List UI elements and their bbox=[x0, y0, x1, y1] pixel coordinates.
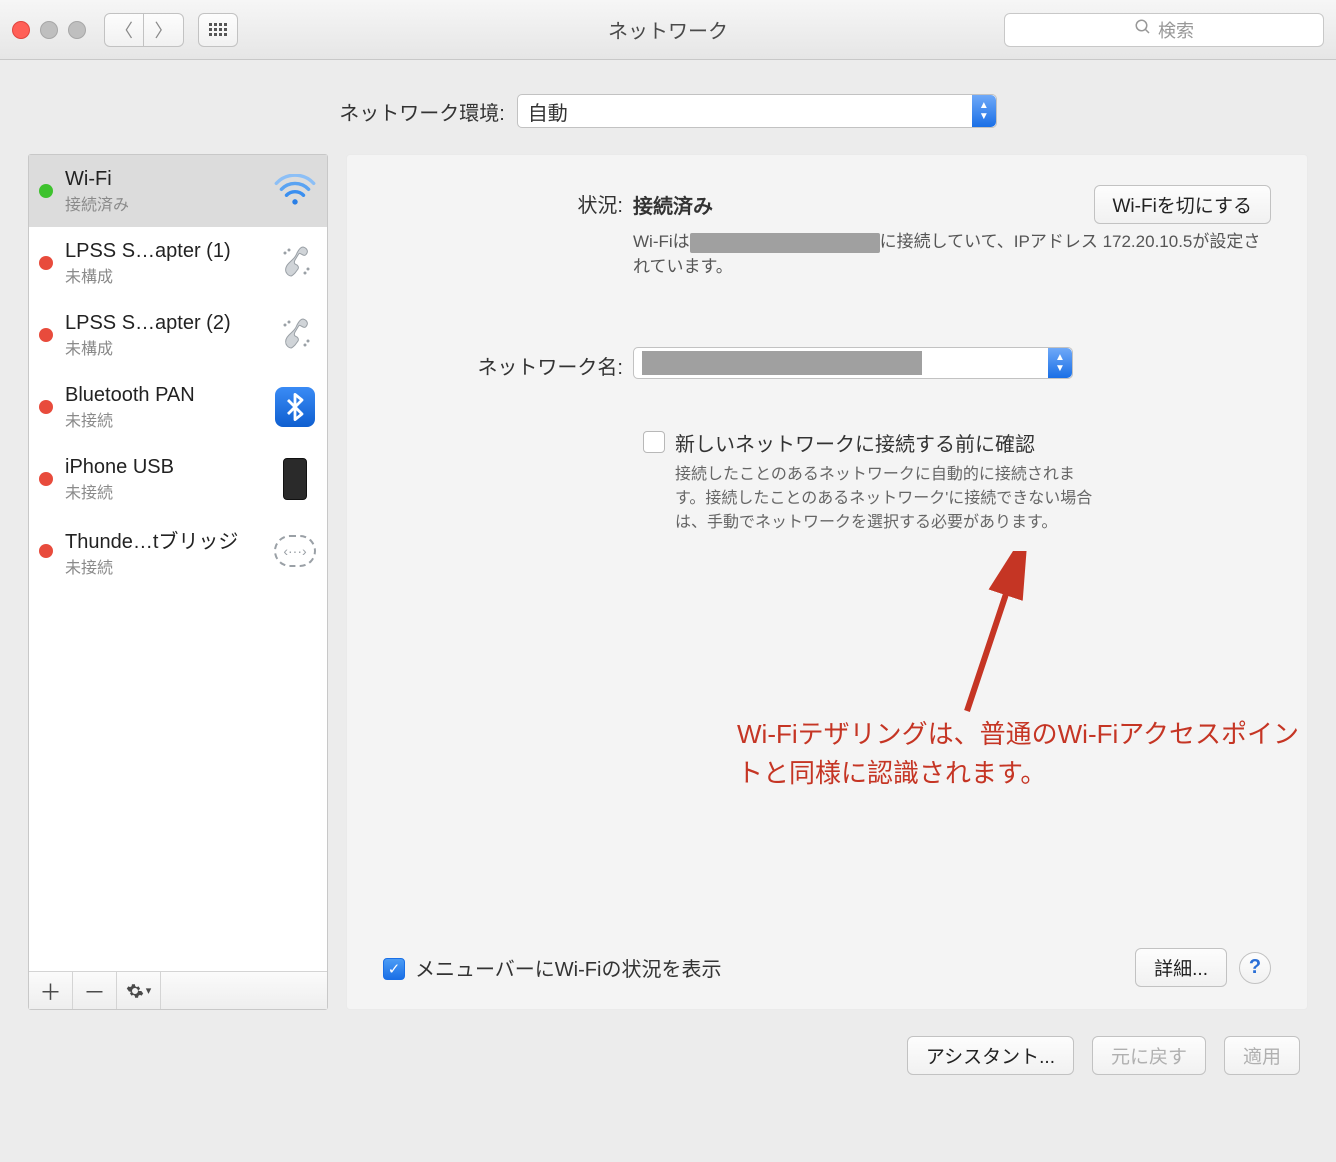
redacted-network-name bbox=[642, 351, 922, 375]
sidebar-item-status: 未構成 bbox=[65, 335, 273, 359]
status-dot-icon bbox=[39, 544, 53, 558]
remove-interface-button[interactable]: － bbox=[73, 972, 117, 1009]
sidebar-item[interactable]: iPhone USB未接続 bbox=[29, 443, 327, 515]
status-label: 状況: bbox=[383, 185, 633, 218]
show-in-menubar-checkbox[interactable]: ✓ bbox=[383, 958, 405, 980]
sidebar-item-name: LPSS S…apter (1) bbox=[65, 240, 273, 263]
zoom-icon bbox=[68, 21, 86, 39]
location-value: 自動 bbox=[528, 97, 568, 126]
search-icon bbox=[1134, 18, 1152, 41]
sidebar-item[interactable]: Wi-Fi接続済み bbox=[29, 155, 327, 227]
serial-icon bbox=[273, 313, 317, 357]
sidebar-item-name: iPhone USB bbox=[65, 456, 273, 479]
location-label: ネットワーク環境: bbox=[339, 97, 505, 126]
wifi-off-button[interactable]: Wi-Fiを切にする bbox=[1094, 185, 1272, 224]
sidebar-item-status: 未接続 bbox=[65, 407, 273, 431]
revert-button[interactable]: 元に戻す bbox=[1092, 1036, 1206, 1075]
thunderbolt-icon: ‹···› bbox=[273, 529, 317, 573]
location-bar: ネットワーク環境: 自動 ▲▼ bbox=[0, 60, 1336, 154]
redacted-ssid bbox=[690, 233, 880, 253]
status-dot-icon bbox=[39, 328, 53, 342]
sidebar-footer: ＋ － ▾ bbox=[29, 971, 327, 1009]
ask-before-join-description: 接続したことのあるネットワークに自動的に接続されます。接続したことのあるネットワ… bbox=[675, 463, 1095, 535]
sidebar-item-status: 未接続 bbox=[65, 479, 273, 503]
assistant-button[interactable]: アシスタント... bbox=[907, 1036, 1074, 1075]
annotation-text: Wi-Fiテザリングは、普通のWi-Fiアクセスポイントと同様に認識されます。 bbox=[737, 715, 1307, 793]
annotation-arrow-icon bbox=[947, 551, 1037, 721]
status-dot-icon bbox=[39, 256, 53, 270]
sidebar-item-name: Bluetooth PAN bbox=[65, 384, 273, 407]
sidebar-item-name: Wi-Fi bbox=[65, 168, 273, 191]
dropdown-stepper-icon: ▲▼ bbox=[972, 95, 996, 127]
network-name-label: ネットワーク名: bbox=[383, 347, 633, 380]
ask-before-join-row: 新しいネットワークに接続する前に確認 接続したことのあるネットワークに自動的に接… bbox=[643, 428, 1271, 535]
sidebar-item-name: Thunde…tブリッジ bbox=[65, 525, 273, 554]
network-sidebar: Wi-Fi接続済みLPSS S…apter (1)未構成LPSS S…apter… bbox=[28, 154, 328, 1010]
serial-icon bbox=[273, 241, 317, 285]
show-all-button[interactable] bbox=[198, 13, 238, 47]
sidebar-item[interactable]: LPSS S…apter (1)未構成 bbox=[29, 227, 327, 299]
network-name-select[interactable]: ▲▼ bbox=[633, 347, 1073, 379]
search-input[interactable]: 検索 bbox=[1004, 13, 1324, 47]
ask-before-join-label: 新しいネットワークに接続する前に確認 bbox=[675, 428, 1095, 457]
traffic-lights bbox=[12, 21, 86, 39]
forward-button[interactable]: 〉 bbox=[144, 13, 184, 47]
apply-button[interactable]: 適用 bbox=[1224, 1036, 1300, 1075]
help-button[interactable]: ? bbox=[1239, 952, 1271, 984]
status-value: 接続済み bbox=[633, 190, 713, 219]
sidebar-item-status: 未構成 bbox=[65, 263, 273, 287]
iphone-icon bbox=[273, 457, 317, 501]
minimize-icon bbox=[40, 21, 58, 39]
titlebar: 〈 〉 ネットワーク 検索 bbox=[0, 0, 1336, 60]
close-icon[interactable] bbox=[12, 21, 30, 39]
add-interface-button[interactable]: ＋ bbox=[29, 972, 73, 1009]
dropdown-stepper-icon: ▲▼ bbox=[1048, 348, 1072, 378]
back-button[interactable]: 〈 bbox=[104, 13, 144, 47]
status-dot-icon bbox=[39, 472, 53, 486]
sidebar-item[interactable]: LPSS S…apter (2)未構成 bbox=[29, 299, 327, 371]
bluetooth-icon bbox=[273, 385, 317, 429]
interface-actions-button[interactable]: ▾ bbox=[117, 972, 161, 1009]
show-in-menubar-label: メニューバーにWi-Fiの状況を表示 bbox=[415, 953, 721, 982]
status-dot-icon bbox=[39, 400, 53, 414]
wifi-icon bbox=[273, 169, 317, 213]
location-select[interactable]: 自動 ▲▼ bbox=[517, 94, 997, 128]
status-dot-icon bbox=[39, 184, 53, 198]
bottom-bar: アシスタント... 元に戻す 適用 bbox=[0, 1010, 1336, 1101]
ask-before-join-checkbox[interactable] bbox=[643, 431, 665, 453]
sidebar-item-status: 接続済み bbox=[65, 191, 273, 215]
advanced-button[interactable]: 詳細... bbox=[1135, 948, 1227, 987]
status-description: Wi-Fiはに接続していて、IPアドレス 172.20.10.5が設定されていま… bbox=[633, 230, 1271, 279]
sidebar-item[interactable]: Thunde…tブリッジ未接続‹···› bbox=[29, 515, 327, 587]
sidebar-item[interactable]: Bluetooth PAN未接続 bbox=[29, 371, 327, 443]
sidebar-item-name: LPSS S…apter (2) bbox=[65, 312, 273, 335]
sidebar-item-status: 未接続 bbox=[65, 554, 273, 578]
search-placeholder: 検索 bbox=[1158, 17, 1194, 43]
grid-icon bbox=[209, 23, 227, 36]
detail-panel: 状況: 接続済み Wi-Fiを切にする Wi-Fiはに接続していて、IPアドレス… bbox=[346, 154, 1308, 1010]
